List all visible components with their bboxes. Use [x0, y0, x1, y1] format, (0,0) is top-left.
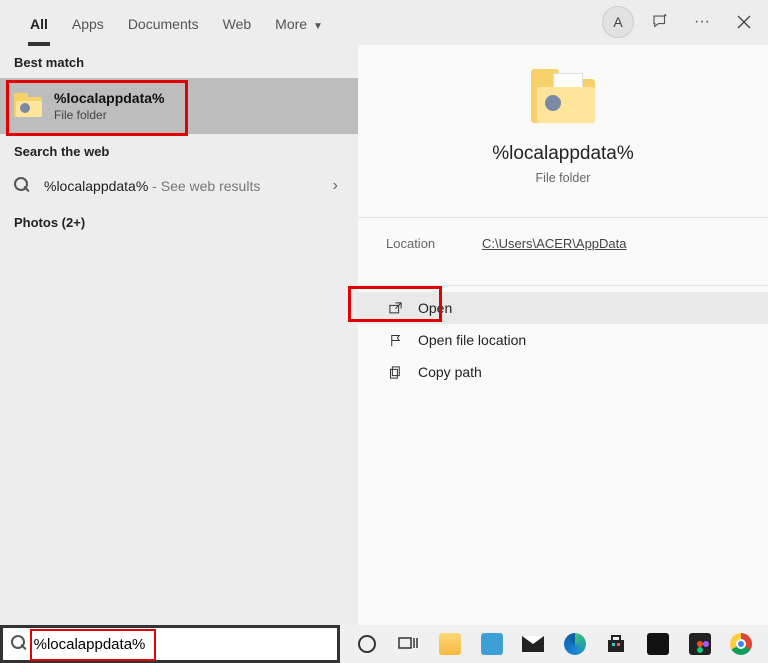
preview-panel: %localappdata% File folder Location C:\U…	[358, 45, 768, 625]
folder-icon	[14, 93, 42, 119]
search-web-heading: Search the web	[0, 134, 358, 167]
search-icon	[11, 635, 28, 653]
mail-icon[interactable]	[520, 631, 546, 657]
tab-apps[interactable]: Apps	[60, 4, 116, 42]
photos-heading[interactable]: Photos (2+)	[0, 205, 358, 238]
tab-more[interactable]: More ▼	[263, 4, 335, 42]
location-label: Location	[386, 236, 482, 251]
figma-icon[interactable]	[687, 631, 713, 657]
best-match-heading: Best match	[0, 45, 358, 78]
taskbar	[340, 625, 768, 663]
best-match-subtitle: File folder	[54, 108, 164, 122]
preview-title: %localappdata%	[368, 143, 758, 165]
action-open-location[interactable]: Open file location	[358, 324, 768, 356]
app-icon[interactable]	[479, 631, 505, 657]
more-options-icon[interactable]: ···	[686, 6, 718, 38]
tab-bar: All Apps Documents Web More ▼ A ···	[0, 0, 768, 45]
location-icon	[386, 333, 404, 348]
best-match-title: %localappdata%	[54, 90, 164, 106]
copy-icon	[386, 365, 404, 380]
action-open-location-label: Open file location	[418, 332, 526, 348]
tab-all[interactable]: All	[18, 4, 60, 42]
tab-documents[interactable]: Documents	[116, 4, 211, 42]
cortana-icon[interactable]	[354, 631, 380, 657]
chevron-right-icon: ›	[333, 177, 344, 195]
chrome-icon[interactable]	[728, 631, 754, 657]
web-result-row[interactable]: %localappdata% - See web results ›	[0, 167, 358, 205]
action-copy-path[interactable]: Copy path	[358, 356, 768, 388]
file-explorer-icon[interactable]	[437, 631, 463, 657]
web-result-query: %localappdata%	[44, 178, 148, 194]
location-value[interactable]: C:\Users\ACER\AppData	[482, 236, 627, 251]
best-match-result[interactable]: %localappdata% File folder	[0, 78, 358, 134]
action-copy-path-label: Copy path	[418, 364, 482, 380]
edge-icon[interactable]	[562, 631, 588, 657]
search-icon	[14, 177, 32, 195]
web-result-suffix: - See web results	[148, 178, 260, 194]
search-bar[interactable]	[0, 625, 340, 663]
action-open-label: Open	[418, 300, 452, 316]
folder-icon-large	[531, 69, 595, 125]
preview-subtitle: File folder	[368, 171, 758, 185]
store-icon[interactable]	[603, 631, 629, 657]
avatar[interactable]: A	[602, 6, 634, 38]
task-view-icon[interactable]	[395, 631, 421, 657]
open-icon	[386, 301, 404, 316]
feedback-icon[interactable]	[644, 6, 676, 38]
action-open[interactable]: Open	[358, 292, 768, 324]
tab-web[interactable]: Web	[211, 4, 264, 42]
close-icon[interactable]	[728, 6, 760, 38]
app-icon-dark[interactable]	[645, 631, 671, 657]
search-input[interactable]	[34, 636, 331, 653]
chevron-down-icon: ▼	[313, 21, 323, 32]
results-panel: Best match %localappdata% File folder Se…	[0, 45, 358, 625]
